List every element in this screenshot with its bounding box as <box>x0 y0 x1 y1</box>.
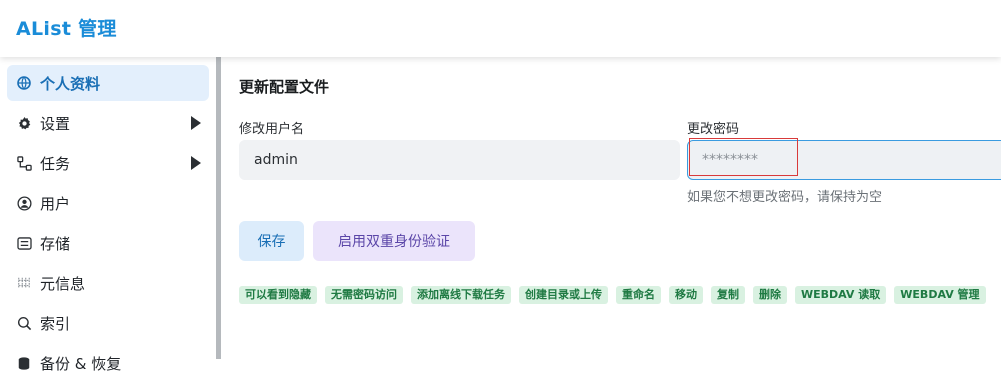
username-label: 修改用户名 <box>239 122 305 137</box>
sidebar: 个人资料 设置 任务 用户 存储 元信息 索引 备份 & 恢复 <box>0 57 216 373</box>
sidebar-item-label: 个人资料 <box>40 74 101 93</box>
sidebar-item-label: 索引 <box>40 314 71 333</box>
expand-arrow-icon[interactable] <box>191 116 201 130</box>
permission-tag: 复制 <box>711 286 745 304</box>
sidebar-item-label: 备份 & 恢复 <box>40 354 122 373</box>
user-circle-icon <box>16 195 32 211</box>
search-icon <box>16 315 32 331</box>
sidebar-item-profile[interactable]: 个人资料 <box>7 65 209 101</box>
permission-tag: 移动 <box>669 286 703 304</box>
password-hint: 如果您不想更改密码，请保持为空 <box>687 190 883 205</box>
sidebar-item-label: 元信息 <box>40 274 86 293</box>
sidebar-item-index[interactable]: 索引 <box>7 305 209 341</box>
permission-tags: 可以看到隐藏 无需密码访问 添加离线下载任务 创建目录或上传 重命名 移动 复制… <box>239 286 986 304</box>
sidebar-item-meta[interactable]: 元信息 <box>7 265 209 301</box>
permission-tag: 删除 <box>753 286 787 304</box>
app-title[interactable]: AList 管理 <box>16 14 117 41</box>
permission-tag: WEBDAV 管理 <box>894 286 986 304</box>
sidebar-item-storage[interactable]: 存储 <box>7 225 209 261</box>
storage-icon <box>16 235 32 251</box>
enable-2fa-button[interactable]: 启用双重身份验证 <box>313 221 475 261</box>
permission-tag: WEBDAV 读取 <box>795 286 887 304</box>
sidebar-item-settings[interactable]: 设置 <box>7 105 209 141</box>
database-icon <box>16 355 32 371</box>
gear-icon <box>16 115 32 131</box>
sidebar-item-backup[interactable]: 备份 & 恢复 <box>7 345 209 381</box>
app-header: AList 管理 <box>0 0 1001 57</box>
sidebar-item-label: 存储 <box>40 234 71 253</box>
highlight-box <box>689 138 798 176</box>
permission-tag: 添加离线下载任务 <box>411 286 511 304</box>
sidebar-item-tasks[interactable]: 任务 <box>7 145 209 181</box>
password-label: 更改密码 <box>687 122 740 137</box>
meta-icon <box>16 275 32 291</box>
sidebar-item-label: 用户 <box>40 194 71 213</box>
sidebar-item-label: 设置 <box>40 114 71 133</box>
save-button[interactable]: 保存 <box>239 221 304 261</box>
tasks-icon <box>16 155 32 171</box>
expand-arrow-icon[interactable] <box>191 156 201 170</box>
sidebar-item-users[interactable]: 用户 <box>7 185 209 221</box>
username-input[interactable]: admin <box>239 140 680 180</box>
page-title: 更新配置文件 <box>239 78 330 96</box>
permission-tag: 重命名 <box>616 286 661 304</box>
globe-icon <box>16 75 32 91</box>
permission-tag: 无需密码访问 <box>325 286 403 304</box>
permission-tag: 可以看到隐藏 <box>239 286 317 304</box>
main-content: 更新配置文件 修改用户名 admin 更改密码 ******** 如果您不想更改… <box>221 57 1001 359</box>
sidebar-item-label: 任务 <box>40 154 71 173</box>
permission-tag: 创建目录或上传 <box>519 286 608 304</box>
